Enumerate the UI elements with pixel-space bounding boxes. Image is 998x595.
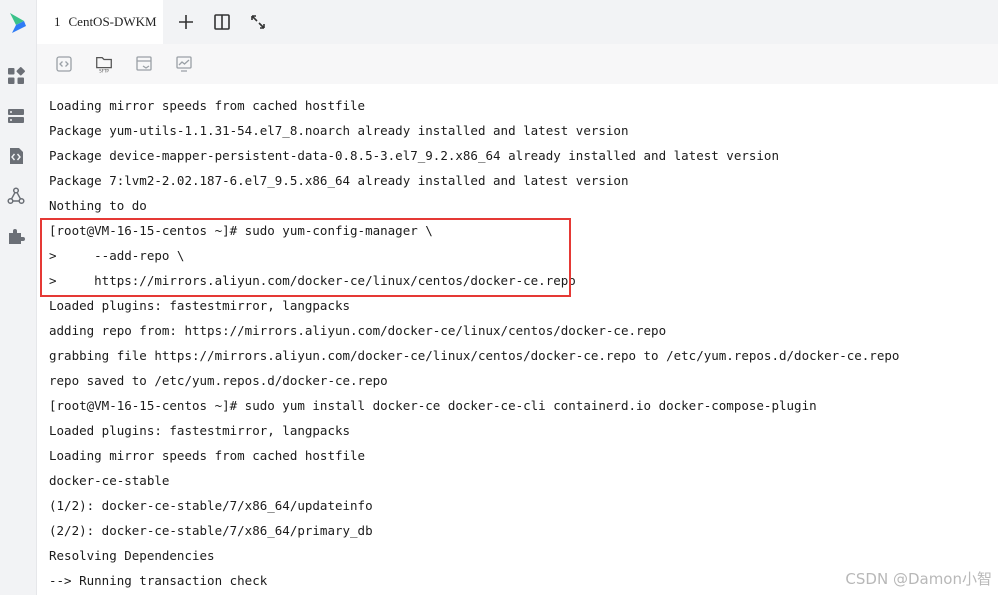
expand-icon[interactable]: [248, 12, 268, 32]
file-transfer-icon[interactable]: [134, 54, 154, 74]
terminal-line: Resolving Dependencies: [49, 548, 215, 563]
plus-icon[interactable]: [176, 12, 196, 32]
terminal-line: --> Running transaction check: [49, 573, 268, 588]
network-icon[interactable]: [7, 187, 25, 205]
terminal-line: Loaded plugins: fastestmirror, langpacks: [49, 423, 351, 438]
sftp-label: SFTP: [99, 69, 109, 74]
sftp-folder-icon[interactable]: SFTP: [94, 54, 114, 74]
code-file-icon[interactable]: [7, 147, 25, 165]
command-highlight-box: [40, 218, 571, 297]
plugin-icon[interactable]: [7, 227, 25, 245]
terminal-line: (1/2): docker-ce-stable/7/x86_64/updatei…: [49, 498, 373, 513]
terminal-line: Package yum-utils-1.1.31-54.el7_8.noarch…: [49, 123, 629, 138]
split-view-icon[interactable]: [212, 12, 232, 32]
dashboard-icon[interactable]: [7, 67, 25, 85]
terminal-line: grabbing file https://mirrors.aliyun.com…: [49, 348, 900, 363]
terminal-line: Loaded plugins: fastestmirror, langpacks: [49, 298, 351, 313]
terminal-line: adding repo from: https://mirrors.aliyun…: [49, 323, 667, 338]
terminal-line: Package device-mapper-persistent-data-0.…: [49, 148, 779, 163]
terminal-line: (2/2): docker-ce-stable/7/x86_64/primary…: [49, 523, 373, 538]
terminal-line: docker-ce-stable: [49, 473, 170, 488]
server-icon[interactable]: [7, 107, 25, 125]
app-logo-icon: [10, 13, 26, 33]
sidebar: [0, 0, 37, 595]
terminal-line: Loading mirror speeds from cached hostfi…: [49, 448, 366, 463]
monitor-icon[interactable]: [174, 54, 194, 74]
terminal-line: Loading mirror speeds from cached hostfi…: [49, 98, 366, 113]
terminal-line: Package 7:lvm2-2.02.187-6.el7_9.5.x86_64…: [49, 173, 629, 188]
terminal-line: [root@VM-16-15-centos ~]# sudo yum insta…: [49, 398, 817, 413]
code-snippet-icon[interactable]: [54, 54, 74, 74]
terminal-line: Nothing to do: [49, 198, 147, 213]
toolbar: SFTP: [37, 44, 998, 84]
watermark: CSDN @Damon小智: [845, 570, 992, 588]
terminal-line: repo saved to /etc/yum.repos.d/docker-ce…: [49, 373, 388, 388]
tab-bar: 1 CentOS-DWKM: [37, 0, 998, 44]
tab-index: 1: [54, 14, 61, 29]
tab-title: CentOS-DWKM: [68, 14, 157, 29]
tab-centos-dwkm[interactable]: 1 CentOS-DWKM: [37, 0, 163, 44]
terminal-output[interactable]: Loading mirror speeds from cached hostfi…: [37, 84, 998, 595]
